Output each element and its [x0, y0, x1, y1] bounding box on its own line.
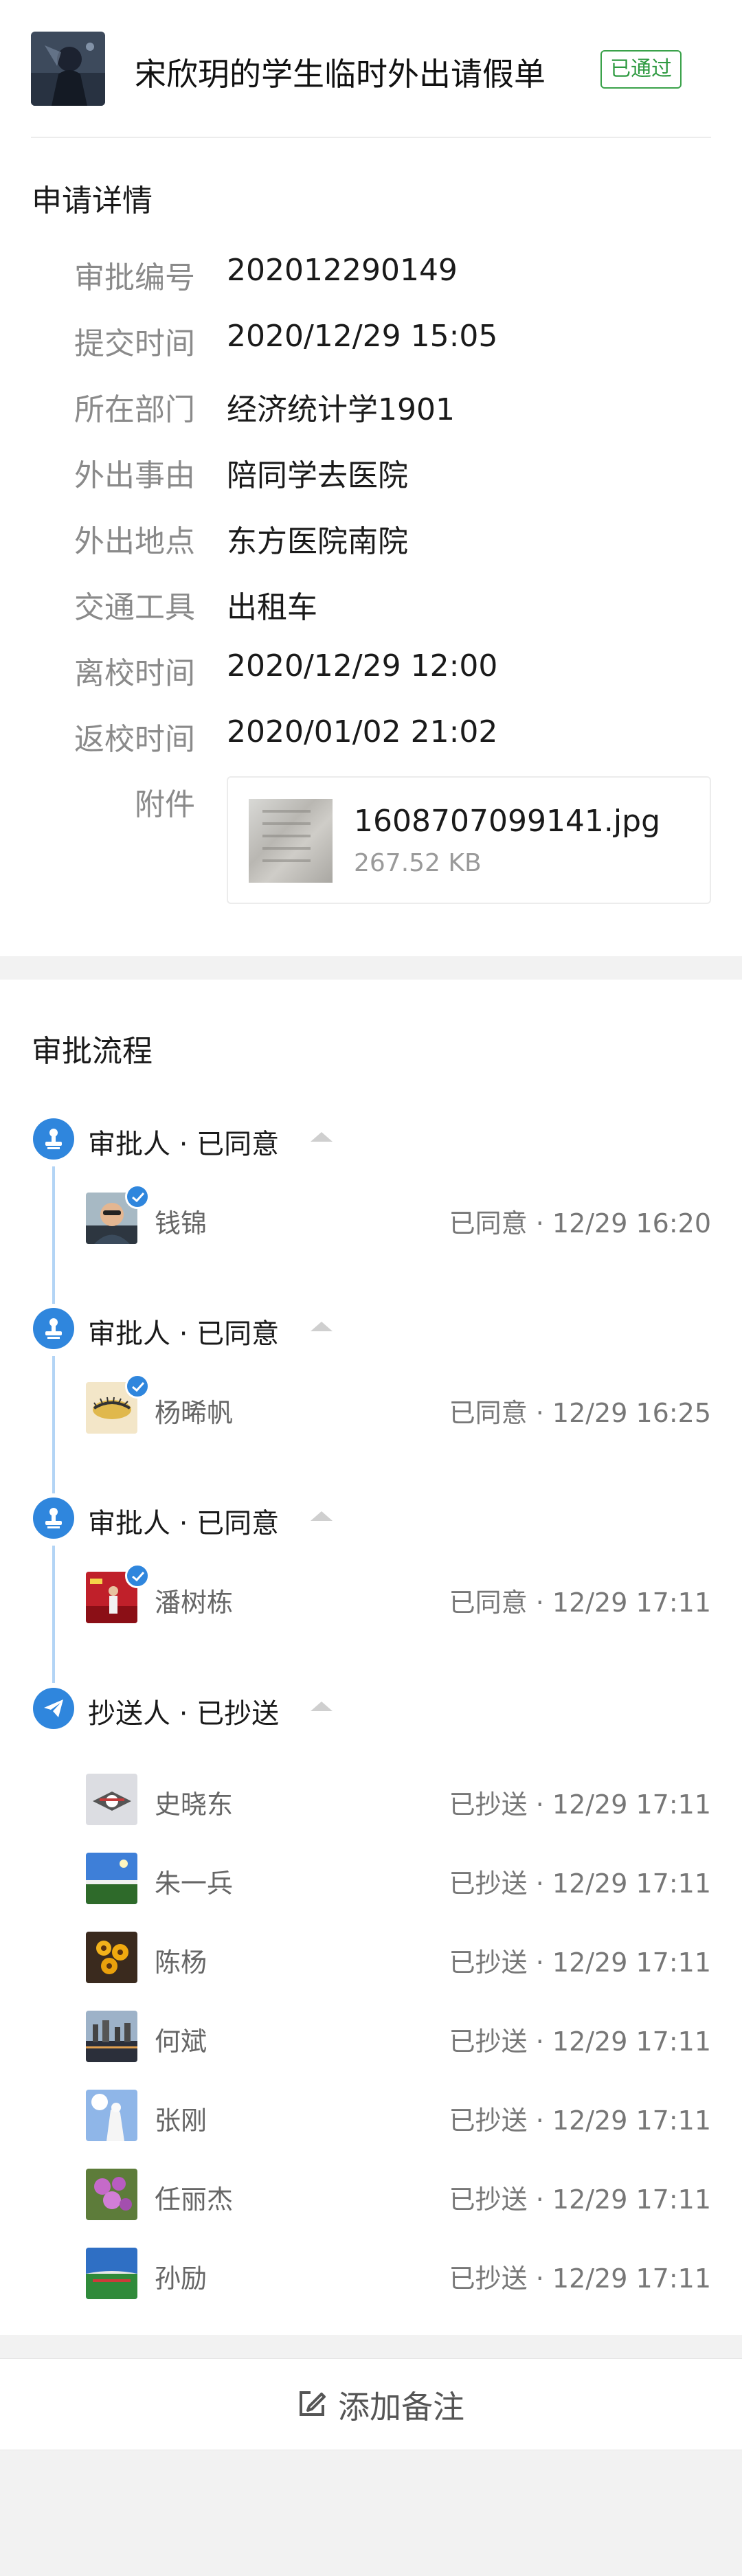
status-badge: 已通过: [600, 50, 682, 89]
person-name: 钱锦: [155, 1208, 207, 1239]
avatar[interactable]: [86, 1932, 137, 1983]
avatar[interactable]: [86, 1774, 137, 1825]
field-label: 所在部门: [74, 392, 195, 427]
approved-check-icon: [125, 1184, 150, 1209]
collapse-caret-icon[interactable]: [311, 1132, 333, 1142]
field-value: 陪同学去医院: [227, 458, 408, 493]
person-name: 张刚: [155, 2105, 207, 2136]
timeline-connector: [52, 1546, 55, 1683]
timeline-connector: [52, 1166, 55, 1304]
person-name: 何斌: [155, 2026, 207, 2057]
person-name: 杨晞帆: [155, 1398, 234, 1428]
avatar[interactable]: [86, 1853, 137, 1904]
stamp-icon: [33, 1308, 74, 1349]
stage-title: 抄送人 · 已抄送: [88, 1698, 280, 1730]
person-name: 朱一兵: [155, 1868, 234, 1899]
paper-plane-icon: [33, 1688, 74, 1729]
stage-title: 审批人 · 已同意: [88, 1508, 280, 1539]
stage-title: 审批人 · 已同意: [88, 1318, 280, 1350]
edit-icon: [295, 2387, 328, 2423]
avatar[interactable]: [86, 2011, 137, 2062]
person-status: 已抄送 · 12/29 17:11: [449, 1789, 711, 1820]
field-label: 审批编号: [74, 260, 195, 295]
approval-flow-card: 审批流程 审批人 · 已同意 钱锦 已同意 · 12/29 16:20 审批人 · 已…: [0, 980, 742, 2335]
add-note-button[interactable]: 添加备注: [295, 2382, 464, 2428]
field-value: 经济统计学1901: [227, 392, 455, 427]
person-name: 史晓东: [155, 1789, 234, 1820]
attachment-file-name: 1608707099141.jpg: [354, 804, 660, 839]
person-status: 已抄送 · 12/29 17:11: [449, 2184, 711, 2215]
stage-title: 审批人 · 已同意: [88, 1129, 280, 1160]
avatar[interactable]: [86, 2169, 137, 2220]
details-section-title: 申请详情: [32, 183, 153, 218]
approved-check-icon: [125, 1563, 150, 1588]
attachment-thumbnail[interactable]: [249, 799, 333, 883]
person-status: 已抄送 · 12/29 17:11: [449, 2026, 711, 2057]
approved-check-icon: [125, 1374, 150, 1399]
person-status: 已抄送 · 12/29 17:11: [449, 1947, 711, 1978]
stamp-icon: [33, 1118, 74, 1160]
request-details-card: 宋欣玥的学生临时外出请假单 已通过 申请详情 审批编号 202012290149 提…: [0, 0, 742, 956]
person-name: 陈杨: [155, 1947, 207, 1978]
person-name: 潘树栋: [155, 1588, 234, 1618]
page-title: 宋欣玥的学生临时外出请假单: [135, 56, 546, 93]
avatar[interactable]: [86, 2248, 137, 2299]
person-name: 孙励: [155, 2263, 207, 2294]
field-label: 返校时间: [74, 722, 195, 757]
field-label: 外出地点: [74, 524, 195, 559]
collapse-caret-icon[interactable]: [311, 1511, 333, 1521]
field-value: 东方医院南院: [227, 524, 408, 559]
note-bar: 添加备注: [0, 2358, 742, 2450]
collapse-caret-icon[interactable]: [311, 1322, 333, 1331]
field-value: 2020/12/29 12:00: [227, 648, 498, 683]
avatar[interactable]: [86, 2090, 137, 2141]
stamp-icon: [33, 1498, 74, 1539]
attachment-label: 附件: [135, 787, 195, 822]
field-value: 出租车: [227, 590, 317, 625]
field-label: 提交时间: [74, 326, 195, 361]
field-label: 离校时间: [74, 656, 195, 691]
field-value: 2020/12/29 15:05: [227, 319, 498, 354]
applicant-avatar: [31, 32, 105, 106]
attachment-file-size: 267.52 KB: [354, 849, 482, 877]
person-status: 已同意 · 12/29 16:20: [449, 1208, 711, 1239]
person-status: 已抄送 · 12/29 17:11: [449, 2263, 711, 2294]
add-note-label: 添加备注: [338, 2388, 464, 2426]
person-name: 任丽杰: [155, 2184, 234, 2215]
collapse-caret-icon[interactable]: [311, 1702, 333, 1711]
timeline-connector: [52, 1356, 55, 1493]
attachment-item[interactable]: 1608707099141.jpg 267.52 KB: [227, 776, 711, 904]
field-value: 2020/01/02 21:02: [227, 714, 498, 749]
header-divider: [31, 137, 711, 138]
flow-section-title: 审批流程: [32, 1034, 153, 1069]
person-status: 已抄送 · 12/29 17:11: [449, 1868, 711, 1899]
person-status: 已抄送 · 12/29 17:11: [449, 2105, 711, 2136]
field-value: 202012290149: [227, 253, 458, 288]
person-status: 已同意 · 12/29 16:25: [449, 1398, 711, 1428]
person-status: 已同意 · 12/29 17:11: [449, 1588, 711, 1618]
field-label: 交通工具: [74, 590, 195, 625]
field-label: 外出事由: [74, 458, 195, 493]
